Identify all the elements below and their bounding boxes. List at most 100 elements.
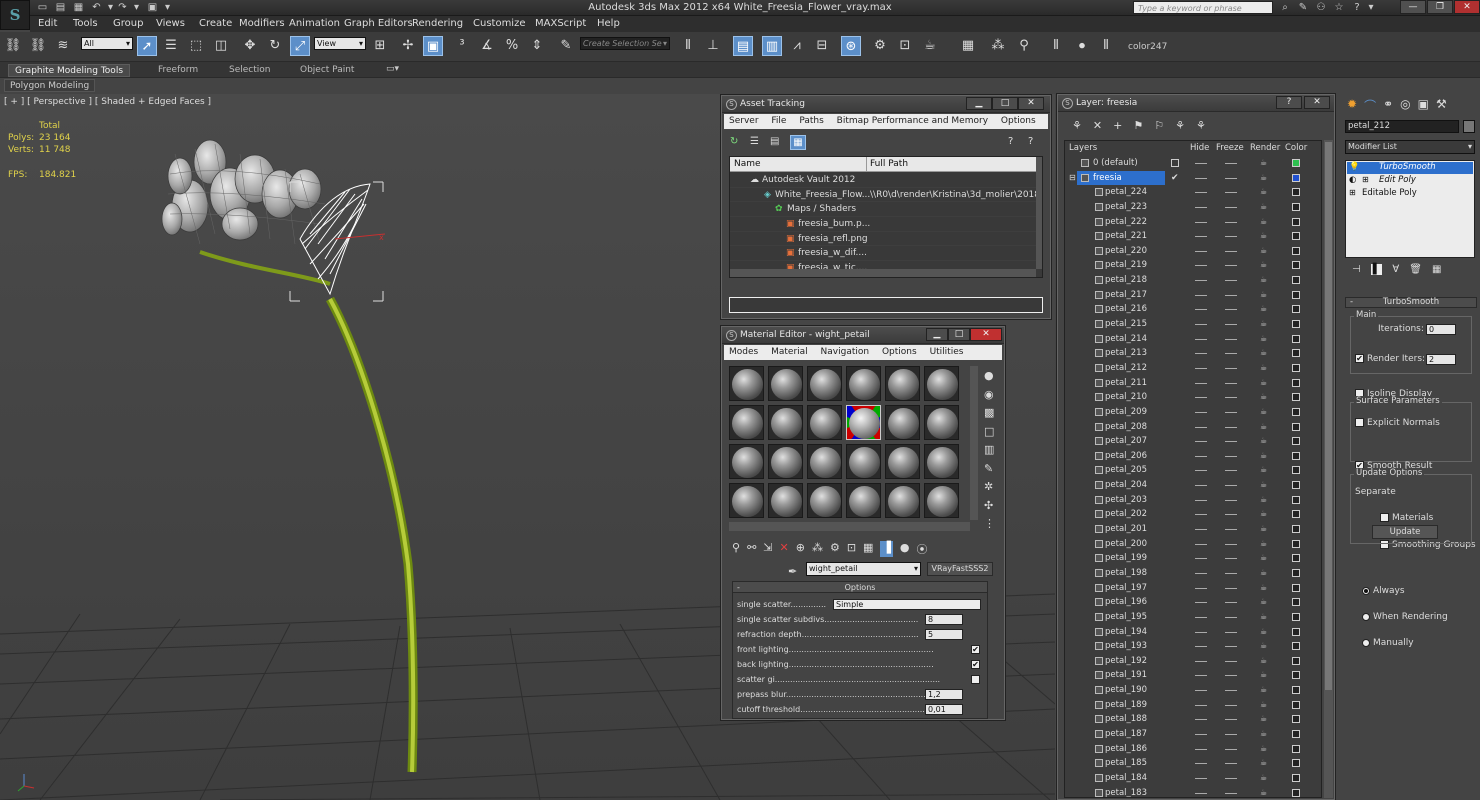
layer-row-freesia[interactable]: ⊟ freesia ✔ ☕ [1065, 170, 1315, 186]
sample-slot[interactable] [807, 405, 842, 440]
freeze-toggle[interactable] [1225, 441, 1237, 443]
layer-object-row[interactable]: petal_197 ☕ [1065, 581, 1315, 596]
object-color-swatch[interactable] [1292, 715, 1300, 724]
object-color-swatch[interactable] [1292, 320, 1300, 329]
freeze-toggle[interactable] [1225, 748, 1237, 750]
hide-toggle[interactable] [1195, 675, 1207, 677]
sample-slot[interactable] [924, 444, 959, 479]
freeze-toggle[interactable] [1225, 236, 1237, 238]
asset-help-2-icon[interactable]: ? [1028, 136, 1033, 147]
freeze-toggle[interactable] [1225, 397, 1237, 399]
layer-help-button[interactable]: ? [1276, 96, 1302, 109]
ribbon-options-icon[interactable]: ▭▾ [386, 64, 399, 74]
scatter-gi-checkbox[interactable] [971, 675, 980, 684]
hide-toggle[interactable] [1195, 382, 1207, 384]
modifier-list-dropdown[interactable]: Modifier List [1345, 140, 1475, 154]
object-color-swatch[interactable] [1292, 290, 1300, 299]
render-teapot-icon[interactable]: ☕ [1260, 317, 1267, 332]
freeze-toggle[interactable] [1225, 646, 1237, 648]
collapse-icon[interactable]: ⊟ [1069, 171, 1076, 186]
render-teapot-icon[interactable]: ☕ [1260, 478, 1267, 493]
render-iters-checkbox[interactable]: ✔ [1355, 354, 1364, 363]
layer-object-row[interactable]: petal_223 ☕ [1065, 200, 1315, 215]
render-teapot-icon[interactable]: ☕ [1260, 405, 1267, 420]
hide-toggle[interactable] [1195, 426, 1207, 428]
object-color-swatch[interactable] [1292, 481, 1300, 490]
hide-toggle[interactable] [1195, 441, 1207, 443]
hide-toggle[interactable] [1195, 236, 1207, 238]
render-teapot-icon[interactable]: ☕ [1260, 625, 1267, 640]
object-color-swatch[interactable] [1292, 188, 1300, 197]
sample-slot[interactable] [924, 405, 959, 440]
asset-vertical-scrollbar[interactable] [1036, 157, 1042, 269]
layer-object-row[interactable]: petal_183 ☕ [1065, 786, 1315, 797]
object-color-swatch[interactable] [1292, 334, 1300, 343]
sample-slot[interactable] [924, 483, 959, 518]
go-forward-sibling-icon[interactable]: ● [900, 541, 910, 557]
render-teapot-icon[interactable]: ☕ [1260, 522, 1267, 537]
render-teapot-icon[interactable]: ☕ [1260, 595, 1267, 610]
vray-tools-icon[interactable]: ⁂ [988, 36, 1008, 56]
display-tab-icon[interactable]: ▣ [1418, 97, 1429, 114]
layer-object-row[interactable]: petal_187 ☕ [1065, 727, 1315, 742]
asset-col-name[interactable]: Name [734, 159, 761, 169]
always-radio[interactable] [1362, 586, 1370, 595]
undo-icon[interactable]: ↶ [90, 1, 103, 14]
layer-object-row[interactable]: petal_218 ☕ [1065, 273, 1315, 288]
redo-icon[interactable]: ↷ [116, 1, 129, 14]
menu-customize[interactable]: Customize [473, 16, 526, 32]
layer-object-row[interactable]: petal_202 ☕ [1065, 507, 1315, 522]
save-icon[interactable]: ▦ [72, 1, 85, 14]
hide-toggle[interactable] [1195, 616, 1207, 618]
object-color-swatch[interactable] [1292, 276, 1300, 285]
layer-col-freeze[interactable]: Freeze [1216, 143, 1244, 153]
asset-row[interactable]: ✿ Maps / Shaders [730, 202, 1036, 218]
hide-toggle[interactable] [1195, 690, 1207, 692]
menu-edit[interactable]: Edit [38, 16, 57, 32]
hide-toggle[interactable] [1195, 353, 1207, 355]
hide-toggle[interactable] [1195, 324, 1207, 326]
make-unique-icon[interactable]: ⊕ [796, 541, 805, 557]
layer-row-default[interactable]: 0 (default) ☕ [1065, 156, 1315, 171]
render-teapot-icon[interactable]: ☕ [1260, 756, 1267, 771]
render-teapot-icon[interactable]: ☕ [1260, 537, 1267, 552]
menu-help[interactable]: Help [597, 16, 620, 32]
layer-list-scrollbar[interactable] [1324, 140, 1333, 798]
layer-object-row[interactable]: petal_194 ☕ [1065, 625, 1315, 640]
tab-graphite-modeling-tools[interactable]: Graphite Modeling Tools [8, 64, 131, 77]
render-teapot-icon[interactable]: ☕ [1260, 376, 1267, 391]
select-in-layer-icon[interactable]: ⚑ [1133, 119, 1143, 132]
viewport-label[interactable]: [ + ] [ Perspective ] [ Shaded + Edged F… [4, 97, 211, 107]
pin-stack-icon[interactable]: ⊣ [1352, 264, 1361, 275]
prepass-blur-spinner[interactable]: 1,2 [925, 689, 963, 700]
render-teapot-icon[interactable]: ☕ [1260, 449, 1267, 464]
modify-tab-icon[interactable]: ⌒ [1364, 97, 1376, 114]
curve-editor-icon[interactable]: ⩘ [787, 36, 807, 56]
new-file-icon[interactable]: ▭ [36, 1, 49, 14]
eyedropper-icon[interactable]: ✒ [788, 565, 797, 578]
object-color-swatch[interactable] [1292, 539, 1300, 548]
hide-toggle[interactable] [1195, 192, 1207, 194]
object-color-swatch[interactable] [1292, 627, 1300, 636]
freeze-toggle[interactable] [1225, 616, 1237, 618]
hide-toggle[interactable] [1195, 514, 1207, 516]
tab-object-paint[interactable]: Object Paint [294, 64, 360, 77]
sample-slot[interactable] [846, 444, 881, 479]
layer-col-render[interactable]: Render [1250, 143, 1280, 153]
freeze-toggle[interactable] [1225, 367, 1237, 369]
render-teapot-icon[interactable]: ☕ [1260, 581, 1267, 596]
hide-toggle[interactable] [1195, 309, 1207, 311]
menu-group[interactable]: Group [113, 16, 143, 32]
layer-object-row[interactable]: petal_201 ☕ [1065, 522, 1315, 537]
freeze-toggle[interactable] [1225, 265, 1237, 267]
hide-toggle[interactable] [1195, 792, 1207, 794]
layer-object-row[interactable]: petal_224 ☕ [1065, 185, 1315, 200]
hide-toggle[interactable] [1195, 704, 1207, 706]
render-teapot-icon[interactable]: ☕ [1260, 654, 1267, 669]
video-color-check-icon[interactable]: ▥ [984, 441, 995, 460]
asset-col-path[interactable]: Full Path [870, 159, 908, 169]
vray-proxy-icon[interactable]: ⦀ [1046, 36, 1066, 56]
layer-object-row[interactable]: petal_220 ☕ [1065, 244, 1315, 259]
backlight-icon[interactable]: ◉ [984, 386, 995, 405]
asset-minimize-button[interactable]: ▁ [966, 97, 992, 110]
